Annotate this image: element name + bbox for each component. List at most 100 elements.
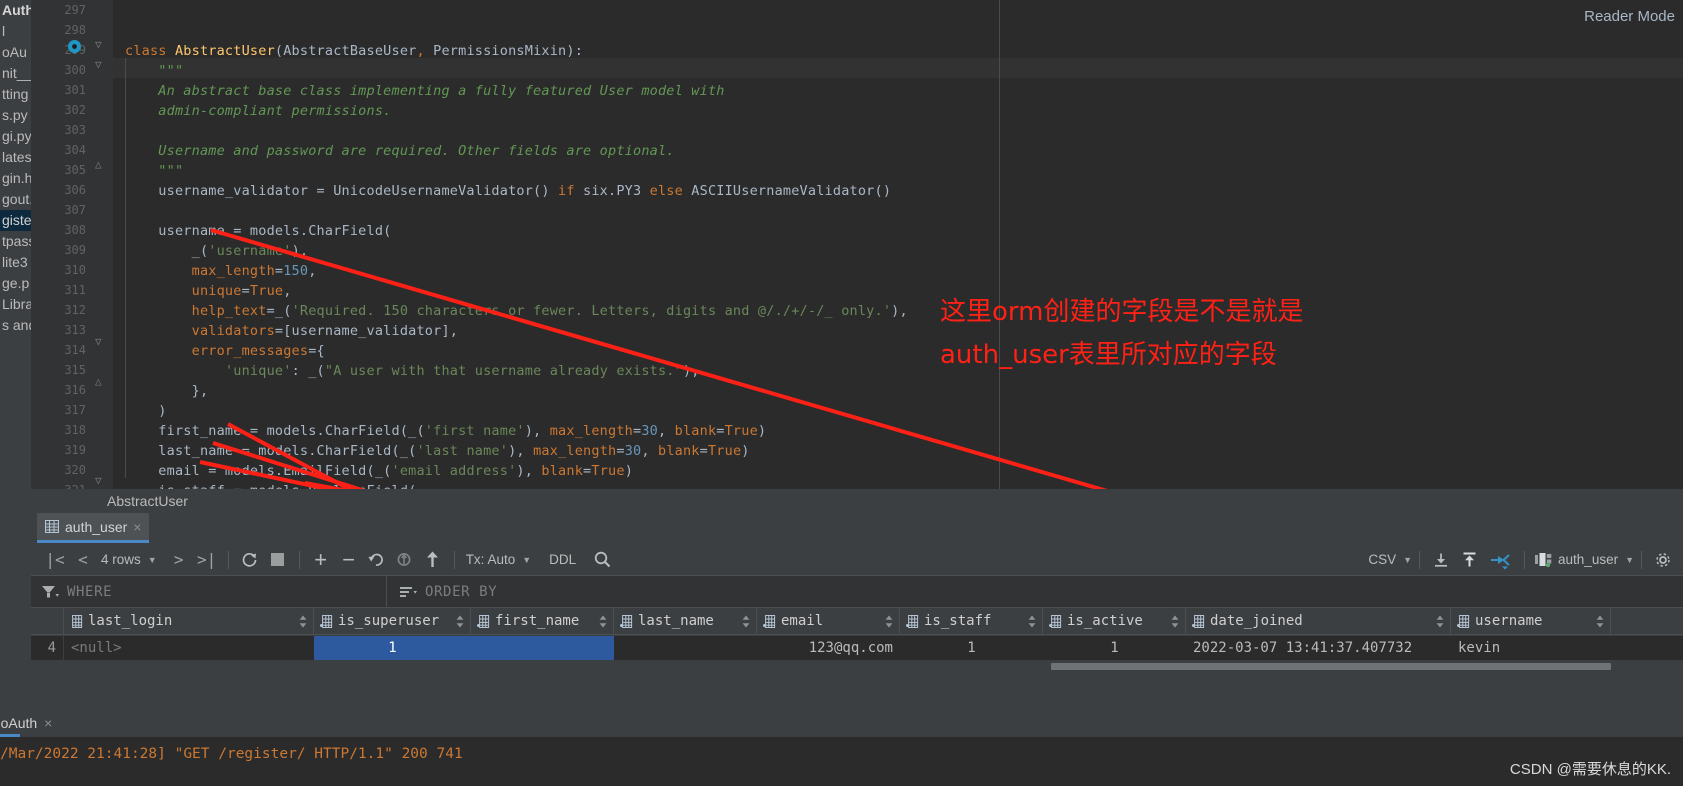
cell-email[interactable]: 123@qq.com <box>757 636 900 660</box>
sidebar-item-4[interactable]: tting <box>0 84 31 105</box>
cell-is_staff[interactable]: 1 <box>900 636 1043 660</box>
sidebar-item-6[interactable]: gi.py <box>0 126 31 147</box>
line-number: 311 <box>64 283 86 297</box>
sort-toggle-icon[interactable] <box>742 615 750 628</box>
breakpoint-marker-icon[interactable] <box>68 40 81 53</box>
sort-toggle-icon[interactable] <box>599 615 607 628</box>
tx-chevron-down-icon[interactable]: ▼ <box>519 555 531 565</box>
download-icon[interactable] <box>1427 547 1455 573</box>
close-icon[interactable]: × <box>133 519 141 535</box>
sidebar-item-8[interactable]: gin.h <box>0 168 31 189</box>
current-schema-label[interactable]: auth_user <box>1554 552 1622 567</box>
stop-icon[interactable] <box>264 547 292 573</box>
revert-icon[interactable] <box>363 547 391 573</box>
fold-icon-charfield-close[interactable]: △ <box>95 375 102 388</box>
sidebar-item-12[interactable]: lite3 <box>0 252 31 273</box>
export-chevron-down-icon[interactable]: ▼ <box>1400 555 1412 565</box>
breadcrumb[interactable]: AbstractUser <box>31 489 1683 513</box>
column-header-first_name[interactable]: first_name <box>471 608 614 634</box>
code-text-area[interactable]: class AbstractUser(AbstractBaseUser, Per… <box>113 0 1683 499</box>
sort-toggle-icon[interactable] <box>456 615 464 628</box>
order-by-filter[interactable]: ORDER BY <box>387 576 1683 607</box>
sort-toggle-icon[interactable] <box>1171 615 1179 628</box>
where-filter[interactable]: WHERE <box>31 576 386 607</box>
column-header-date_joined[interactable]: date_joined <box>1186 608 1451 634</box>
sort-toggle-icon[interactable] <box>1028 615 1036 628</box>
toolbar-separator-4 <box>1419 550 1421 569</box>
export-to-file-icon[interactable] <box>1455 547 1483 573</box>
cell-last_name[interactable] <box>614 636 757 660</box>
column-header-last_name[interactable]: last_name <box>614 608 757 634</box>
column-header-email[interactable]: email <box>757 608 900 634</box>
reload-icon[interactable] <box>236 547 264 573</box>
sidebar-item-1[interactable]: l <box>0 21 31 42</box>
code-folding-column[interactable]: ▽ ▽ △ ▽ △ ▽ <box>91 0 113 489</box>
chevron-down-icon[interactable]: ▼ <box>145 555 157 565</box>
search-icon[interactable] <box>588 547 616 573</box>
data-extractor-icon[interactable] <box>1483 547 1517 573</box>
column-header-is_staff[interactable]: is_staff <box>900 608 1043 634</box>
run-tab-djangoauth[interactable]: ngoAuth × <box>0 709 61 737</box>
table-row[interactable]: 4 <null> 1 123@qq.com 1 1 2022-03-07 13:41:37… <box>31 636 1683 660</box>
sidebar-item-15[interactable]: s and <box>0 315 31 336</box>
fold-icon-boolean[interactable]: ▽ <box>95 474 102 487</box>
db-tab-auth-user[interactable]: auth_user × <box>37 513 150 543</box>
scrollbar-thumb[interactable] <box>1051 663 1611 670</box>
cell-date_joined[interactable]: 2022-03-07 13:41:37.407732 <box>1186 636 1451 660</box>
revert-selected-icon[interactable] <box>391 547 419 573</box>
last-page-button[interactable]: >| <box>193 547 221 573</box>
prev-page-button[interactable]: < <box>69 547 97 573</box>
sidebar-item-7[interactable]: lates <box>0 147 31 168</box>
submit-changes-icon[interactable] <box>419 547 447 573</box>
code-token: blank <box>674 423 717 439</box>
add-row-button[interactable]: + <box>307 547 335 573</box>
ddl-button[interactable]: DDL <box>545 552 580 567</box>
export-format-label[interactable]: CSV <box>1364 552 1400 567</box>
sidebar-item-3[interactable]: nit__ <box>0 63 31 84</box>
sort-toggle-icon[interactable] <box>885 615 893 628</box>
row-count-label[interactable]: 4 rows <box>97 552 145 567</box>
sidebar-item-2[interactable]: oAu <box>0 42 31 63</box>
grid-horizontal-scrollbar[interactable] <box>31 662 1683 671</box>
sort-icon[interactable] <box>399 585 417 598</box>
sidebar-item-5[interactable]: s.py <box>0 105 31 126</box>
cell-is_active[interactable]: 1 <box>1043 636 1186 660</box>
first-page-button[interactable]: |< <box>41 547 69 573</box>
delete-row-button[interactable]: − <box>335 547 363 573</box>
project-sidebar[interactable]: Auth l oAu nit__ tting s.py gi.py lates gin.h gou… <box>0 0 31 500</box>
sidebar-item-label: gout. <box>2 191 31 207</box>
cell-first_name[interactable] <box>471 636 614 660</box>
code-token: 'Required. 150 characters or fewer. Lett… <box>291 303 892 319</box>
sidebar-item-13[interactable]: ge.p <box>0 273 31 294</box>
sidebar-item-10[interactable]: giste <box>0 210 31 231</box>
sidebar-item-9[interactable]: gout. <box>0 189 31 210</box>
fold-icon-docstring-open[interactable]: ▽ <box>95 58 102 71</box>
cell-is_superuser[interactable]: 1 <box>314 636 471 660</box>
sidebar-item-label: gin.h <box>2 170 31 186</box>
transaction-mode-label[interactable]: Tx: Auto <box>462 552 520 567</box>
sort-toggle-icon[interactable] <box>299 615 307 628</box>
cell-last_login[interactable]: <null> <box>64 636 314 660</box>
fold-icon-class[interactable]: ▽ <box>95 38 102 51</box>
settings-gear-icon[interactable] <box>1649 547 1677 573</box>
sidebar-item-14[interactable]: Libra <box>0 294 31 315</box>
run-console[interactable]: /Mar/2022 21:41:28] "GET /register/ HTTP… <box>0 737 1683 786</box>
column-header-last_login[interactable]: last_login <box>64 608 314 634</box>
column-header-is_active[interactable]: is_active <box>1043 608 1186 634</box>
column-header-is_superuser[interactable]: is_superuser <box>314 608 471 634</box>
sidebar-item-0[interactable]: Auth <box>0 0 31 21</box>
run-tab-close-icon[interactable]: × <box>44 715 52 731</box>
next-page-button[interactable]: > <box>165 547 193 573</box>
code-token: = <box>716 423 725 439</box>
sidebar-item-11[interactable]: tpass <box>0 231 31 252</box>
sort-toggle-icon[interactable] <box>1596 615 1604 628</box>
column-header-username[interactable]: username <box>1451 608 1611 634</box>
fold-icon-docstring-close[interactable]: △ <box>95 158 102 171</box>
reader-mode-label[interactable]: Reader Mode <box>1584 8 1675 25</box>
filter-icon[interactable] <box>41 585 59 598</box>
code-editor[interactable]: 2972982993003013023033043053063073083093… <box>31 0 1683 499</box>
fold-icon-charfield-open[interactable]: ▽ <box>95 335 102 348</box>
cell-username[interactable]: kevin <box>1451 636 1611 660</box>
schema-chevron-down-icon[interactable]: ▼ <box>1622 555 1634 565</box>
sort-toggle-icon[interactable] <box>1436 615 1444 628</box>
